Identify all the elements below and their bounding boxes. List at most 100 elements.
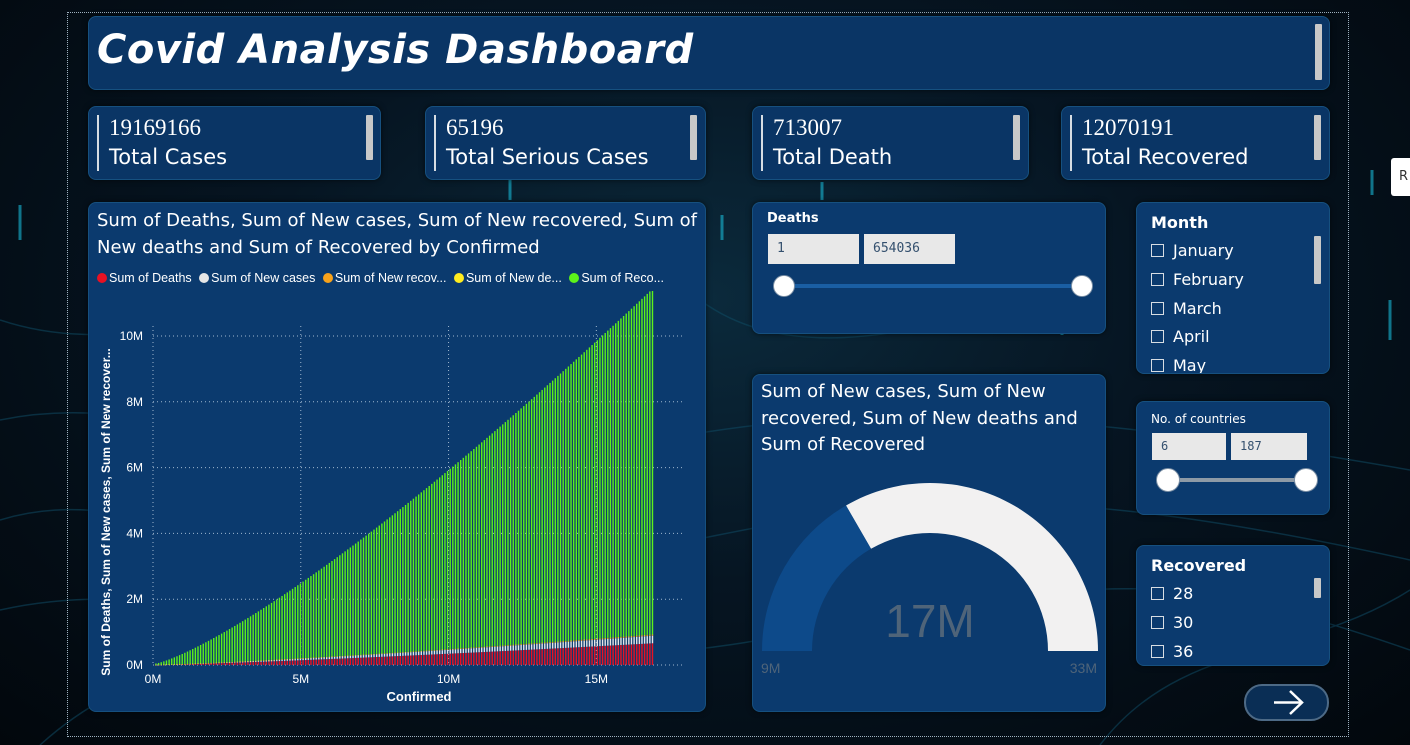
bar-segment[interactable] [562, 641, 564, 642]
bar-segment[interactable] [643, 635, 646, 636]
bar-segment[interactable] [289, 590, 291, 659]
bar-segment[interactable] [349, 547, 352, 656]
bar-segment[interactable] [467, 648, 470, 653]
bar-segment[interactable] [283, 594, 286, 660]
bar-segment[interactable] [344, 656, 346, 659]
bar-segment[interactable] [481, 647, 483, 653]
bar-segment[interactable] [165, 664, 168, 666]
bar-segment[interactable] [541, 649, 543, 665]
month-option-january[interactable]: January [1151, 241, 1234, 260]
legend-item-recovered[interactable]: Sum of Reco... [569, 271, 664, 285]
bar-segment[interactable] [357, 541, 359, 655]
bar-segment[interactable] [368, 533, 370, 655]
bar-segment[interactable] [305, 660, 307, 665]
bar-segment[interactable] [341, 658, 344, 665]
bar-segment[interactable] [428, 650, 430, 651]
bar-segment[interactable] [470, 648, 472, 653]
bar-segment[interactable] [315, 572, 317, 658]
bar-segment[interactable] [630, 637, 633, 645]
bar-segment[interactable] [465, 648, 467, 653]
bar-segment[interactable] [202, 663, 204, 664]
bar-segment[interactable] [399, 652, 401, 656]
bar-segment[interactable] [241, 661, 244, 662]
checkbox[interactable] [1151, 244, 1164, 257]
bar-segment[interactable] [528, 644, 530, 650]
bar-segment[interactable] [457, 462, 459, 649]
bar-segment[interactable] [438, 477, 441, 650]
bar-segment[interactable] [276, 659, 278, 661]
bar-segment[interactable] [344, 658, 346, 665]
bar-segment[interactable] [622, 644, 625, 665]
bar-segment[interactable] [184, 652, 186, 664]
bar-segment[interactable] [307, 659, 310, 665]
bar-segment[interactable] [339, 555, 341, 657]
bar-segment[interactable] [307, 657, 310, 659]
bar-segment[interactable] [220, 662, 223, 663]
bar-segment[interactable] [402, 655, 404, 665]
bar-segment[interactable] [199, 663, 202, 665]
bar-segment[interactable] [583, 646, 585, 665]
bar-segment[interactable] [460, 653, 462, 665]
bar-segment[interactable] [357, 655, 359, 658]
bar-segment[interactable] [478, 647, 480, 648]
bar-segment[interactable] [596, 638, 599, 640]
bar-segment[interactable] [636, 635, 638, 637]
bar-segment[interactable] [475, 647, 478, 648]
bar-segment[interactable] [617, 638, 620, 646]
bar-segment[interactable] [194, 663, 197, 665]
bar-segment[interactable] [475, 647, 478, 653]
bar-segment[interactable] [360, 655, 362, 658]
bar-segment[interactable] [381, 656, 383, 665]
bar-segment[interactable] [310, 576, 312, 658]
bar-segment[interactable] [173, 664, 176, 665]
bar-segment[interactable] [452, 653, 454, 665]
bar-segment[interactable] [244, 661, 246, 662]
bar-segment[interactable] [446, 653, 449, 665]
bar-segment[interactable] [410, 652, 412, 656]
bar-segment[interactable] [420, 492, 422, 651]
bar-segment[interactable] [192, 663, 194, 665]
bar-segment[interactable] [278, 597, 281, 660]
bar-segment[interactable] [181, 653, 183, 665]
bar-segment[interactable] [486, 647, 488, 652]
bar-segment[interactable] [504, 645, 507, 646]
bar-segment[interactable] [215, 636, 218, 663]
checkbox[interactable] [1151, 587, 1164, 600]
bar-segment[interactable] [478, 652, 480, 665]
bar-segment[interactable] [257, 611, 260, 661]
bar-segment[interactable] [425, 651, 428, 655]
bar-segment[interactable] [562, 371, 564, 642]
bar-segment[interactable] [202, 643, 204, 664]
bar-segment[interactable] [431, 650, 433, 655]
bar-segment[interactable] [370, 657, 373, 665]
bar-segment[interactable] [312, 574, 315, 658]
bar-segment[interactable] [394, 652, 396, 654]
bar-segment[interactable] [488, 651, 491, 665]
bar-segment[interactable] [454, 464, 457, 649]
next-page-button[interactable] [1244, 684, 1329, 721]
countries-slider-track[interactable] [1167, 478, 1307, 482]
bar-segment[interactable] [622, 637, 625, 645]
bar-segment[interactable] [396, 652, 399, 653]
bar-segment[interactable] [268, 661, 270, 665]
bar-segment[interactable] [210, 662, 212, 664]
bar-segment[interactable] [454, 653, 457, 665]
bar-segment[interactable] [412, 498, 415, 652]
bar-segment[interactable] [549, 642, 551, 643]
bar-segment[interactable] [302, 581, 304, 659]
bar-segment[interactable] [257, 660, 260, 662]
kpi-scrollbar[interactable] [690, 115, 697, 160]
bar-segment[interactable] [538, 392, 541, 643]
bar-segment[interactable] [512, 650, 514, 665]
bar-segment[interactable] [412, 651, 415, 652]
bar-segment[interactable] [234, 661, 236, 663]
bar-segment[interactable] [373, 653, 375, 655]
bar-segment[interactable] [160, 662, 162, 665]
bar-segment[interactable] [509, 650, 512, 665]
bar-segment[interactable] [433, 654, 436, 665]
bar-segment[interactable] [612, 637, 614, 638]
bar-segment[interactable] [415, 496, 417, 652]
bar-segment[interactable] [291, 660, 294, 665]
bar-segment[interactable] [373, 529, 375, 654]
bar-segment[interactable] [578, 356, 580, 640]
